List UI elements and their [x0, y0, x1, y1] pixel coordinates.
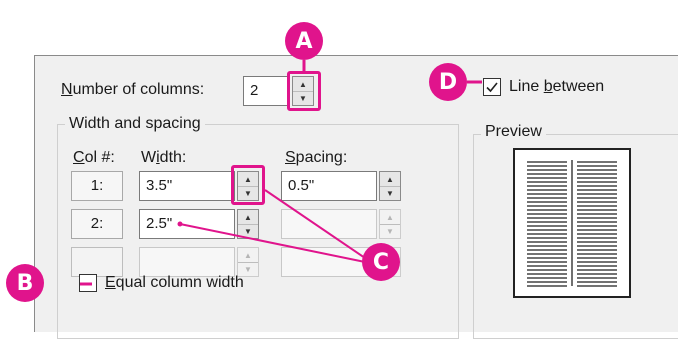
callout-b: B	[6, 264, 44, 302]
callout-a: A	[285, 22, 323, 60]
callout-c: C	[362, 243, 400, 281]
callout-d: D	[429, 63, 467, 101]
callout-lines	[80, 60, 482, 286]
